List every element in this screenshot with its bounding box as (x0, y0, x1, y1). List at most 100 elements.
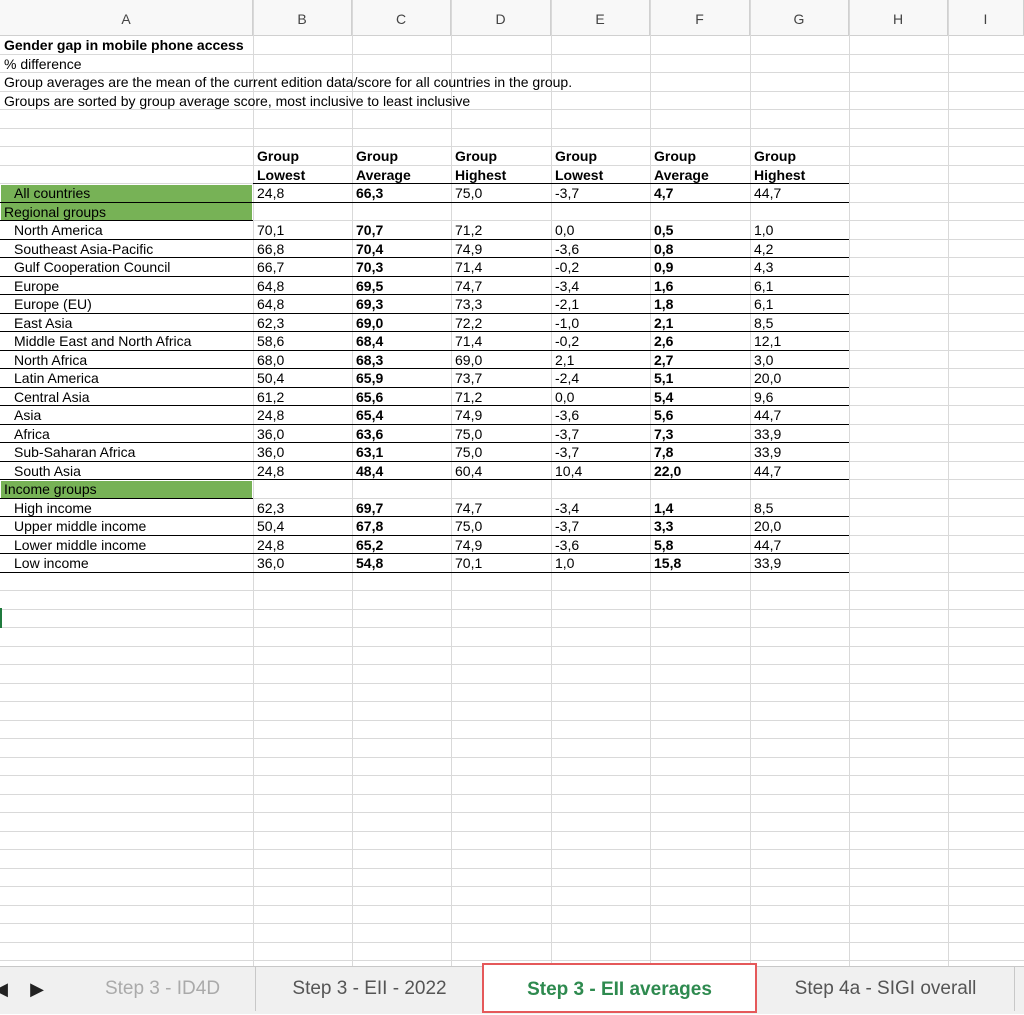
column-group-header[interactable]: Group (654, 147, 696, 166)
value-cell[interactable]: 0,0 (555, 221, 574, 240)
value-cell[interactable]: 1,0 (555, 554, 574, 573)
value-cell[interactable]: 2,6 (654, 332, 673, 351)
group-label[interactable]: South Asia (14, 462, 81, 481)
value-cell[interactable]: 4,7 (654, 184, 673, 203)
group-label[interactable]: High income (14, 499, 92, 518)
value-cell[interactable]: 36,0 (257, 443, 284, 462)
column-header[interactable]: A (0, 0, 253, 36)
group-label[interactable]: Africa (14, 425, 50, 444)
column-header[interactable]: C (352, 0, 451, 36)
value-cell[interactable]: 2,7 (654, 351, 673, 370)
value-cell[interactable]: 70,1 (257, 221, 284, 240)
group-label[interactable]: Gulf Cooperation Council (14, 258, 170, 277)
value-cell[interactable]: 60,4 (455, 462, 482, 481)
value-cell[interactable]: 73,3 (455, 295, 482, 314)
column-header[interactable]: D (451, 0, 551, 36)
value-cell[interactable]: 8,5 (754, 314, 773, 333)
value-cell[interactable]: 70,4 (356, 240, 383, 259)
value-cell[interactable]: 74,9 (455, 406, 482, 425)
value-cell[interactable]: 74,7 (455, 499, 482, 518)
value-cell[interactable]: 69,3 (356, 295, 383, 314)
column-header[interactable]: F (650, 0, 750, 36)
value-cell[interactable]: 24,8 (257, 406, 284, 425)
value-cell[interactable]: 2,1 (654, 314, 673, 333)
value-cell[interactable]: 44,7 (754, 536, 781, 555)
value-cell[interactable]: -0,2 (555, 258, 579, 277)
value-cell[interactable]: 67,8 (356, 517, 383, 536)
tab-step3-eii-averages[interactable]: Step 3 - EII averages (482, 963, 757, 1013)
value-cell[interactable]: 50,4 (257, 369, 284, 388)
value-cell[interactable]: -3,6 (555, 406, 579, 425)
value-cell[interactable]: 75,0 (455, 184, 482, 203)
value-cell[interactable]: -3,7 (555, 184, 579, 203)
group-label[interactable]: North Africa (14, 351, 87, 370)
column-group-header[interactable]: Group (257, 147, 299, 166)
note-text[interactable]: Group averages are the mean of the curre… (4, 73, 572, 92)
value-cell[interactable]: 71,2 (455, 388, 482, 407)
column-group-header[interactable]: Group (455, 147, 497, 166)
group-label[interactable]: North America (14, 221, 103, 240)
value-cell[interactable]: -2,4 (555, 369, 579, 388)
value-cell[interactable]: 8,5 (754, 499, 773, 518)
column-header[interactable]: H (849, 0, 948, 36)
value-cell[interactable]: -3,7 (555, 425, 579, 444)
value-cell[interactable]: 50,4 (257, 517, 284, 536)
column-header[interactable]: G (750, 0, 849, 36)
sheet-subtitle[interactable]: % difference (4, 55, 82, 74)
group-label[interactable]: Lower middle income (14, 536, 146, 555)
value-cell[interactable]: 4,3 (754, 258, 773, 277)
section-label[interactable]: Income groups (4, 480, 97, 499)
value-cell[interactable]: 69,0 (356, 314, 383, 333)
value-cell[interactable]: 66,7 (257, 258, 284, 277)
value-cell[interactable]: 74,9 (455, 240, 482, 259)
value-cell[interactable]: 4,2 (754, 240, 773, 259)
value-cell[interactable]: 12,1 (754, 332, 781, 351)
column-header[interactable]: B (253, 0, 352, 36)
tab-step3-eii-2022[interactable]: Step 3 - EII - 2022 (256, 967, 484, 1011)
column-group-header[interactable]: Average (654, 166, 709, 185)
group-label[interactable]: Low income (14, 554, 89, 573)
value-cell[interactable]: 61,2 (257, 388, 284, 407)
value-cell[interactable]: 7,8 (654, 443, 673, 462)
value-cell[interactable]: 54,8 (356, 554, 383, 573)
value-cell[interactable]: 6,1 (754, 295, 773, 314)
group-label[interactable]: Latin America (14, 369, 99, 388)
value-cell[interactable]: 69,7 (356, 499, 383, 518)
value-cell[interactable]: 69,0 (455, 351, 482, 370)
value-cell[interactable]: 71,4 (455, 258, 482, 277)
group-label[interactable]: Central Asia (14, 388, 89, 407)
value-cell[interactable]: 64,8 (257, 277, 284, 296)
value-cell[interactable]: 36,0 (257, 554, 284, 573)
value-cell[interactable]: 74,9 (455, 536, 482, 555)
value-cell[interactable]: 44,7 (754, 462, 781, 481)
value-cell[interactable]: 72,2 (455, 314, 482, 333)
value-cell[interactable]: 68,3 (356, 351, 383, 370)
value-cell[interactable]: 62,3 (257, 314, 284, 333)
section-label[interactable]: Regional groups (4, 203, 106, 222)
value-cell[interactable]: 69,5 (356, 277, 383, 296)
value-cell[interactable]: 24,8 (257, 536, 284, 555)
scroll-right-icon[interactable]: ▶ (22, 967, 52, 1011)
column-group-header[interactable]: Lowest (555, 166, 603, 185)
value-cell[interactable]: 24,8 (257, 462, 284, 481)
value-cell[interactable]: 44,7 (754, 184, 781, 203)
value-cell[interactable]: 0,0 (555, 388, 574, 407)
value-cell[interactable]: 58,6 (257, 332, 284, 351)
value-cell[interactable]: 63,1 (356, 443, 383, 462)
value-cell[interactable]: 65,9 (356, 369, 383, 388)
group-label[interactable]: Europe (EU) (14, 295, 92, 314)
value-cell[interactable]: 66,8 (257, 240, 284, 259)
value-cell[interactable]: 75,0 (455, 517, 482, 536)
value-cell[interactable]: 7,3 (654, 425, 673, 444)
value-cell[interactable]: 68,4 (356, 332, 383, 351)
value-cell[interactable]: 1,4 (654, 499, 673, 518)
column-group-header[interactable]: Lowest (257, 166, 305, 185)
value-cell[interactable]: -3,7 (555, 443, 579, 462)
value-cell[interactable]: 5,6 (654, 406, 673, 425)
value-cell[interactable]: 71,2 (455, 221, 482, 240)
value-cell[interactable]: 9,6 (754, 388, 773, 407)
tab-step3-id4d[interactable]: Step 3 - ID4D (70, 967, 256, 1011)
value-cell[interactable]: 36,0 (257, 425, 284, 444)
column-header[interactable]: E (551, 0, 650, 36)
value-cell[interactable]: 10,4 (555, 462, 582, 481)
